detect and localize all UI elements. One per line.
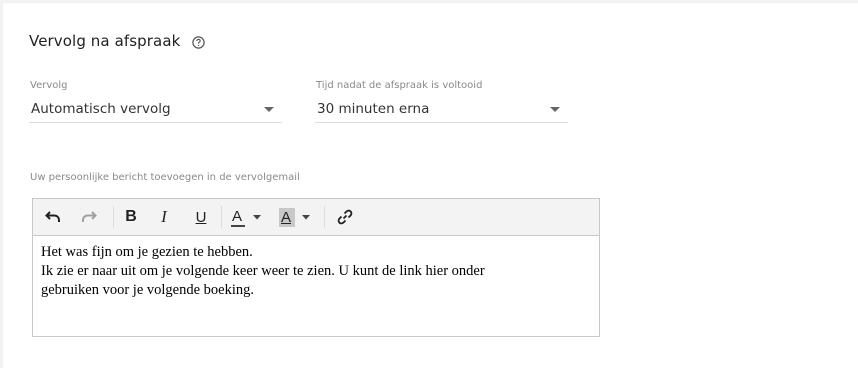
rich-text-editor[interactable]: B I U A A Het was fijn om je gezien te h… xyxy=(32,198,600,337)
editor-content[interactable]: Het was fijn om je gezien te hebben. Ik … xyxy=(41,243,581,300)
redo-button[interactable] xyxy=(73,205,105,229)
undo-button[interactable] xyxy=(37,205,69,229)
bold-icon: B xyxy=(125,208,137,225)
link-icon xyxy=(337,209,353,225)
editor-toolbar: B I U A A xyxy=(33,199,599,236)
message-line: Ik zie er naar uit om je volgende keer w… xyxy=(41,263,485,279)
help-circle-icon[interactable] xyxy=(192,36,205,49)
italic-button[interactable]: I xyxy=(148,205,180,229)
bold-button[interactable]: B xyxy=(115,205,147,229)
chevron-down-icon xyxy=(264,107,274,112)
toolbar-divider xyxy=(113,206,114,228)
background-color-icon: A xyxy=(279,207,295,227)
chevron-down-icon xyxy=(550,107,560,112)
timing-select[interactable]: 30 minuten erna xyxy=(315,96,568,123)
timing-label: Tijd nadat de afspraak is voltooid xyxy=(316,80,483,91)
followup-card: Vervolg na afspraak Vervolg Automatisch … xyxy=(3,3,858,368)
text-color-button[interactable]: A xyxy=(226,205,264,229)
italic-icon: I xyxy=(161,207,167,226)
chevron-down-icon xyxy=(253,214,261,219)
toolbar-divider xyxy=(324,206,325,228)
timing-value: 30 minuten erna xyxy=(317,101,430,117)
message-line: gebruiken voor je volgende boeking. xyxy=(41,282,255,298)
section-title: Vervolg na afspraak xyxy=(29,32,181,50)
followup-label: Vervolg xyxy=(30,80,68,91)
underline-icon: U xyxy=(195,208,207,226)
link-button[interactable] xyxy=(330,205,360,229)
undo-icon xyxy=(45,211,60,222)
background-color-button[interactable]: A xyxy=(275,205,313,229)
followup-value: Automatisch vervolg xyxy=(31,101,171,117)
message-line: Het was fijn om je gezien te hebben. xyxy=(41,244,253,260)
chevron-down-icon xyxy=(302,214,310,219)
toolbar-divider xyxy=(221,206,222,228)
followup-select[interactable]: Automatisch vervolg xyxy=(29,96,282,123)
redo-icon xyxy=(82,211,97,222)
message-label: Uw persoonlijke bericht toevoegen in de … xyxy=(30,172,300,183)
underline-button[interactable]: U xyxy=(185,205,217,229)
text-color-icon: A xyxy=(230,207,246,227)
